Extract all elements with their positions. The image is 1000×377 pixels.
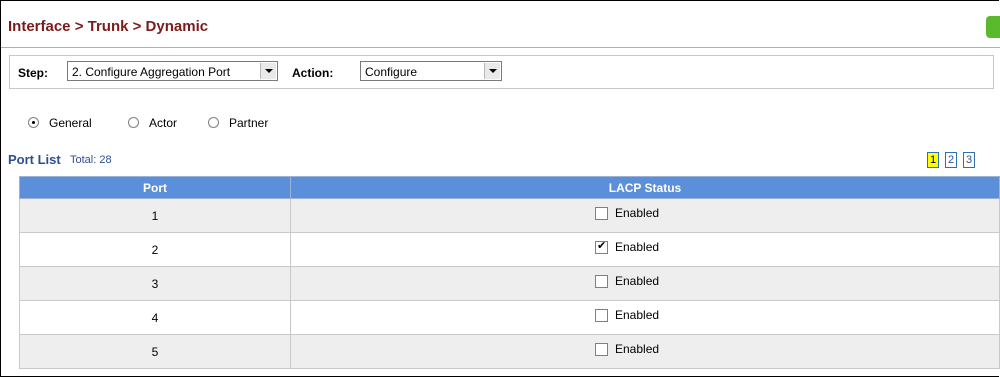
lacp-status-cell: Enabled (290, 334, 1000, 369)
checkbox-box[interactable] (595, 275, 608, 288)
port-list-title: Port List (8, 152, 61, 167)
chevron-down-icon[interactable] (484, 63, 500, 79)
table-row: 4 Enabled (19, 300, 1000, 335)
port-list-total: Total: 28 (70, 154, 112, 166)
lacp-enabled-checkbox[interactable]: Enabled (595, 342, 675, 357)
port-cell: 2 (19, 232, 291, 267)
page-1-link[interactable]: 1 (927, 152, 939, 168)
lacp-enabled-checkbox[interactable]: Enabled (595, 274, 675, 289)
table-header-row: Port LACP Status (19, 176, 1000, 199)
lacp-enabled-checkbox[interactable]: Enabled (595, 206, 675, 221)
checkbox-label: Enabled (615, 240, 660, 254)
radio-general-label: General (49, 116, 92, 130)
table-row: 3 Enabled (19, 266, 1000, 301)
radio-partner-circle[interactable] (208, 117, 219, 128)
step-select-value: 2. Configure Aggregation Port (72, 65, 231, 79)
page-3-link[interactable]: 3 (963, 152, 975, 168)
checkbox-label: Enabled (615, 342, 660, 356)
checkbox-label: Enabled (615, 274, 660, 288)
port-cell: 1 (19, 198, 291, 233)
port-table: Port LACP Status 1 Enabled 2 Enabled (19, 176, 1000, 369)
lacp-status-cell: Enabled (290, 300, 1000, 335)
radio-general-circle[interactable] (28, 117, 39, 128)
step-label: Step: (18, 66, 48, 80)
lacp-status-cell: Enabled (290, 232, 1000, 267)
lacp-status-cell: Enabled (290, 198, 1000, 233)
checkbox-box[interactable] (595, 207, 608, 220)
radio-partner-label: Partner (229, 116, 269, 130)
action-label: Action: (292, 66, 334, 80)
checkbox-box[interactable] (595, 309, 608, 322)
checkbox-box[interactable] (595, 239, 608, 254)
step-select[interactable]: 2. Configure Aggregation Port (67, 61, 278, 81)
chevron-down-icon[interactable] (260, 63, 276, 79)
table-row: 1 Enabled (19, 198, 1000, 233)
action-select[interactable]: Configure (360, 61, 502, 81)
lacp-enabled-checkbox[interactable]: Enabled (595, 239, 675, 255)
lacp-status-cell: Enabled (290, 266, 1000, 301)
port-cell: 4 (19, 300, 291, 335)
radio-actor-circle[interactable] (128, 117, 139, 128)
column-header-port: Port (19, 176, 291, 199)
checkbox-label: Enabled (615, 308, 660, 322)
column-header-lacp-status: LACP Status (290, 176, 1000, 199)
lacp-enabled-checkbox[interactable]: Enabled (595, 308, 675, 323)
checkbox-label: Enabled (615, 206, 660, 220)
table-row: 2 Enabled (19, 232, 1000, 267)
page-2-link[interactable]: 2 (945, 152, 957, 168)
title-divider (1, 47, 1000, 48)
page-title: Interface > Trunk > Dynamic (8, 18, 209, 35)
table-row: 5 Enabled (19, 334, 1000, 369)
help-icon[interactable] (986, 16, 1000, 38)
checkbox-box[interactable] (595, 343, 608, 356)
radio-actor-label: Actor (149, 116, 178, 130)
port-cell: 3 (19, 266, 291, 301)
port-cell: 5 (19, 334, 291, 369)
step-toolbar: Step: 2. Configure Aggregation Port Acti… (9, 55, 994, 89)
action-select-value: Configure (365, 65, 418, 79)
